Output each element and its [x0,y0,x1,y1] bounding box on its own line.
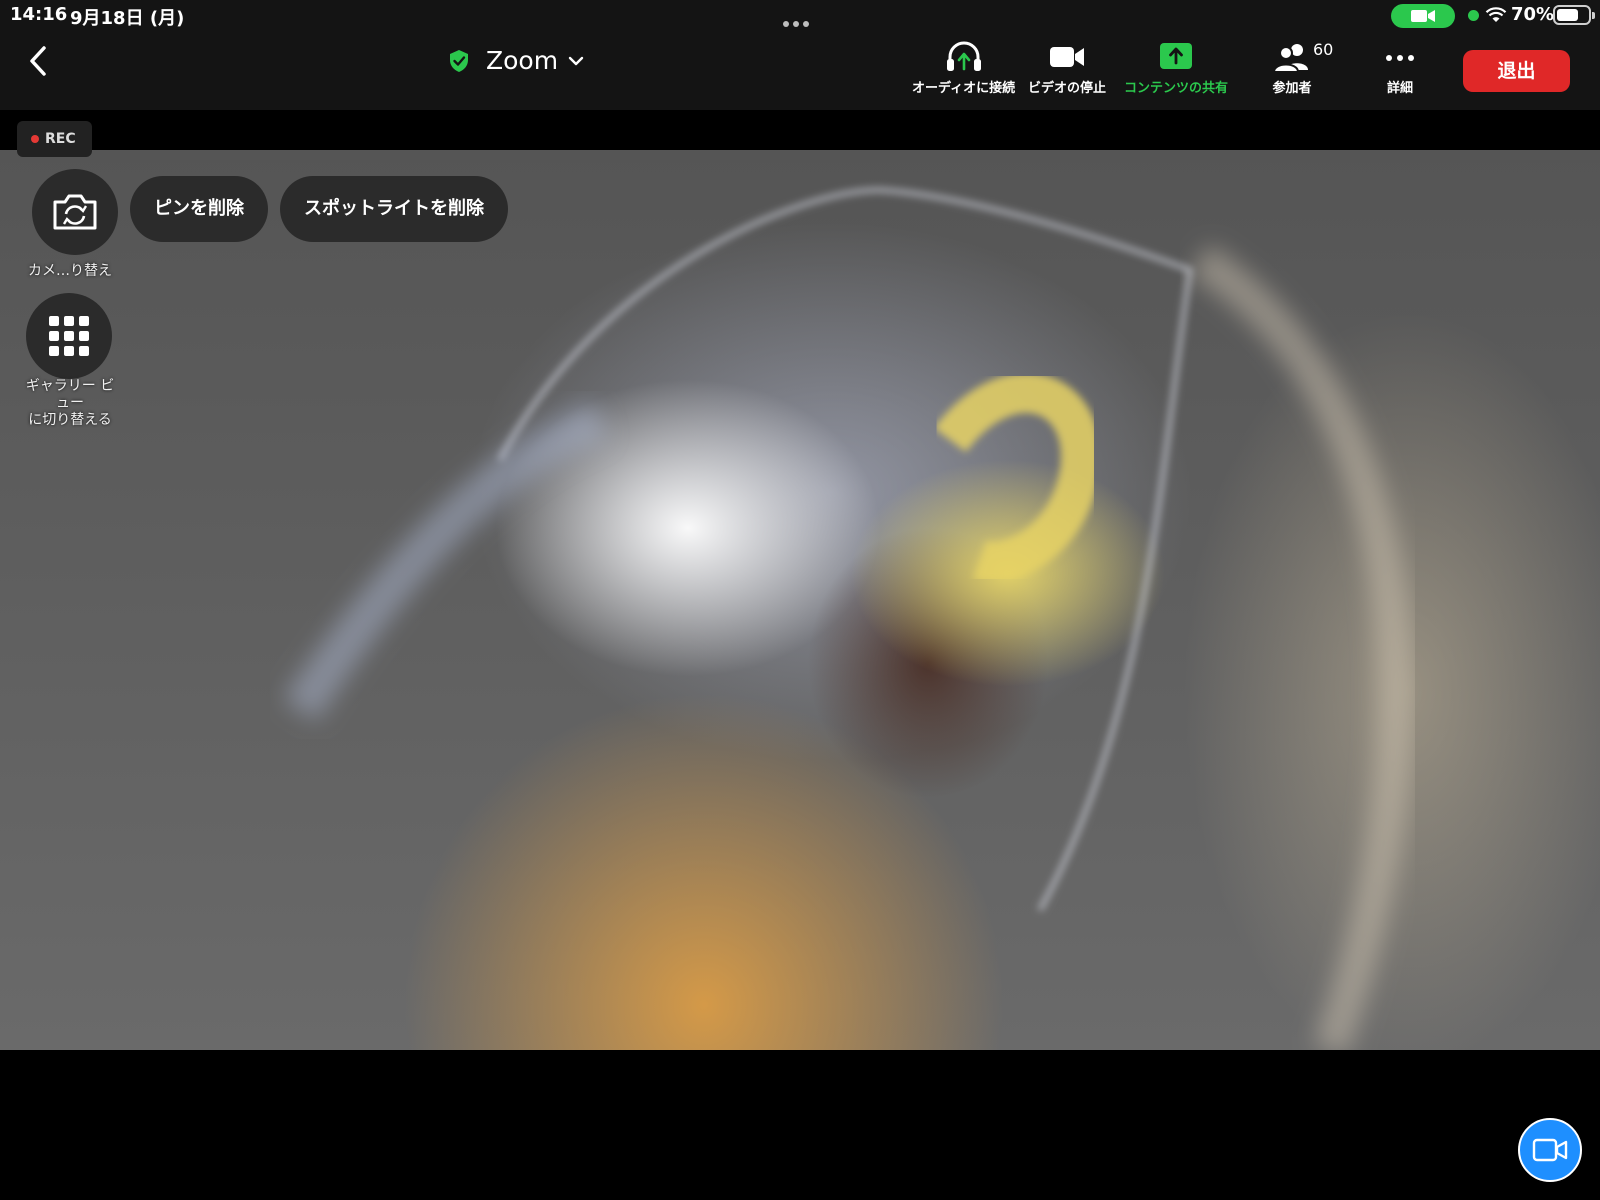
wifi-icon [1485,7,1507,22]
floating-video-button[interactable] [1518,1118,1582,1182]
microphone-in-use-dot [1468,10,1479,21]
back-button[interactable] [20,42,60,82]
recording-dot-icon [31,135,39,143]
switch-camera-button[interactable] [32,169,118,255]
camera-rotate-icon [53,194,97,230]
multitasking-dots-icon[interactable] [783,12,813,31]
gallery-view-label-line1: ギャラリー ビ [25,378,115,394]
meeting-toolbar: Zoom オーディオに接続 ビデオの停止 コンテンツの共有 参加者 60 詳細 … [0,30,1600,110]
microscope-specimen-image [283,187,1414,1050]
meeting-title: Zoom [486,46,559,75]
switch-camera-label: カメ…り替え [28,263,112,279]
meeting-title-dropdown[interactable]: Zoom [448,46,584,75]
battery-fill [1557,9,1578,21]
grid-icon [49,316,89,356]
stop-video-label: ビデオの停止 [1028,81,1107,96]
participants-label: 参加者 [1272,81,1312,96]
share-content-button[interactable]: コンテンツの共有 [1124,41,1228,96]
status-time: 14:16 [10,4,68,25]
recording-badge: REC [17,121,92,157]
status-bar: 14:16 9月18日 (月) 70% [0,0,1600,30]
gallery-view-button[interactable] [26,293,112,379]
battery-icon [1553,5,1595,25]
video-feed[interactable] [0,150,1600,1050]
video-camera-icon [1050,47,1084,67]
participants-icon [1272,44,1308,73]
video-camera-icon [1532,1138,1568,1162]
more-dots-icon [1386,55,1414,61]
unpin-button[interactable]: ピンを削除 [130,176,268,242]
more-button[interactable]: 詳細 [1380,41,1420,96]
share-screen-icon [1160,43,1192,69]
connect-audio-label: オーディオに接続 [912,81,1016,96]
participants-button[interactable]: 参加者 [1272,41,1312,96]
stop-video-button[interactable]: ビデオの停止 [1028,41,1106,96]
chevron-down-icon [568,56,584,65]
gallery-view-label-line2: ュー [56,395,84,411]
headphones-icon [946,41,981,71]
recording-label: REC [45,131,76,147]
battery-percent: 70% [1511,4,1555,25]
share-content-label: コンテンツの共有 [1124,81,1229,96]
gallery-view-label-line3: に切り替える [28,412,112,428]
remove-spotlight-button[interactable]: スポットライトを削除 [280,176,508,242]
chevron-left-icon [30,46,46,76]
camera-in-use-indicator [1391,4,1455,28]
connect-audio-button[interactable]: オーディオに接続 [912,41,1015,96]
participants-count: 60 [1313,40,1334,59]
leave-meeting-button[interactable]: 退出 [1463,50,1570,92]
gallery-view-label: ギャラリー ビ ュー に切り替える [12,378,128,429]
more-label: 詳細 [1386,81,1413,96]
shield-check-icon [450,49,468,72]
status-date: 9月18日 (月) [70,8,185,29]
